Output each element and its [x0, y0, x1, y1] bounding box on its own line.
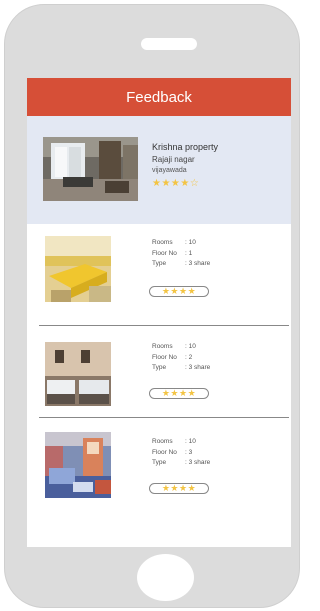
- property-area: Rajaji nagar: [152, 155, 195, 164]
- room-details-1: Rooms : 10 Floor No : 1 Type : 3 share: [152, 239, 210, 271]
- app-screen: Feedback Krishna property Rajaji nagar v…: [27, 78, 291, 547]
- property-city: vijayawada: [152, 167, 187, 174]
- room-photo-2: [45, 342, 111, 406]
- floor-value: : 1: [185, 249, 193, 257]
- rooms-label: Rooms: [152, 343, 173, 350]
- rooms-label: Rooms: [152, 438, 173, 445]
- home-button[interactable]: [137, 554, 194, 601]
- room-rating-2[interactable]: ★★★★: [149, 388, 209, 399]
- room-photo-1: [45, 236, 111, 302]
- rooms-label: Rooms: [152, 239, 173, 246]
- type-label: Type: [152, 260, 167, 267]
- room-details-2: Rooms : 10 Floor No : 2 Type : 3 share: [152, 343, 210, 375]
- type-value: : 3 share: [185, 260, 211, 267]
- floor-label: Floor No: [152, 249, 177, 257]
- floor-label: Floor No: [152, 448, 177, 456]
- property-card[interactable]: Krishna property Rajaji nagar vijayawada…: [27, 116, 291, 224]
- type-label: Type: [152, 459, 167, 466]
- type-value: : 3 share: [185, 459, 211, 466]
- room-item-3[interactable]: Rooms : 10 Floor No : 3 Type : 3 share ★★★★: [27, 418, 291, 518]
- floor-value: : 2: [185, 353, 193, 361]
- room-details-3: Rooms : 10 Floor No : 3 Type : 3 share: [152, 438, 210, 470]
- rooms-value: : 10: [185, 239, 196, 246]
- type-label: Type: [152, 364, 167, 371]
- type-value: : 3 share: [185, 364, 211, 371]
- room-photo-3: [45, 432, 111, 498]
- room-item-1[interactable]: Rooms : 10 Floor No : 1 Type : 3 share ★★★★: [27, 224, 291, 328]
- property-star-rating: ★★★★☆: [152, 178, 200, 189]
- room-item-2[interactable]: Rooms : 10 Floor No : 2 Type : 3 share ★★★★: [27, 328, 291, 418]
- rooms-value: : 10: [185, 438, 196, 445]
- divider: [39, 325, 289, 326]
- page-title: Feedback: [126, 88, 192, 106]
- floor-value: : 3: [185, 448, 193, 456]
- header-bar: Feedback: [27, 78, 291, 116]
- floor-label: Floor No: [152, 353, 177, 361]
- room-rating-3[interactable]: ★★★★: [149, 483, 209, 494]
- speaker-slot: [141, 38, 197, 50]
- room-rating-1[interactable]: ★★★★: [149, 286, 209, 297]
- property-photo: [43, 137, 138, 201]
- property-name: Krishna property: [152, 142, 219, 152]
- rooms-value: : 10: [185, 343, 196, 350]
